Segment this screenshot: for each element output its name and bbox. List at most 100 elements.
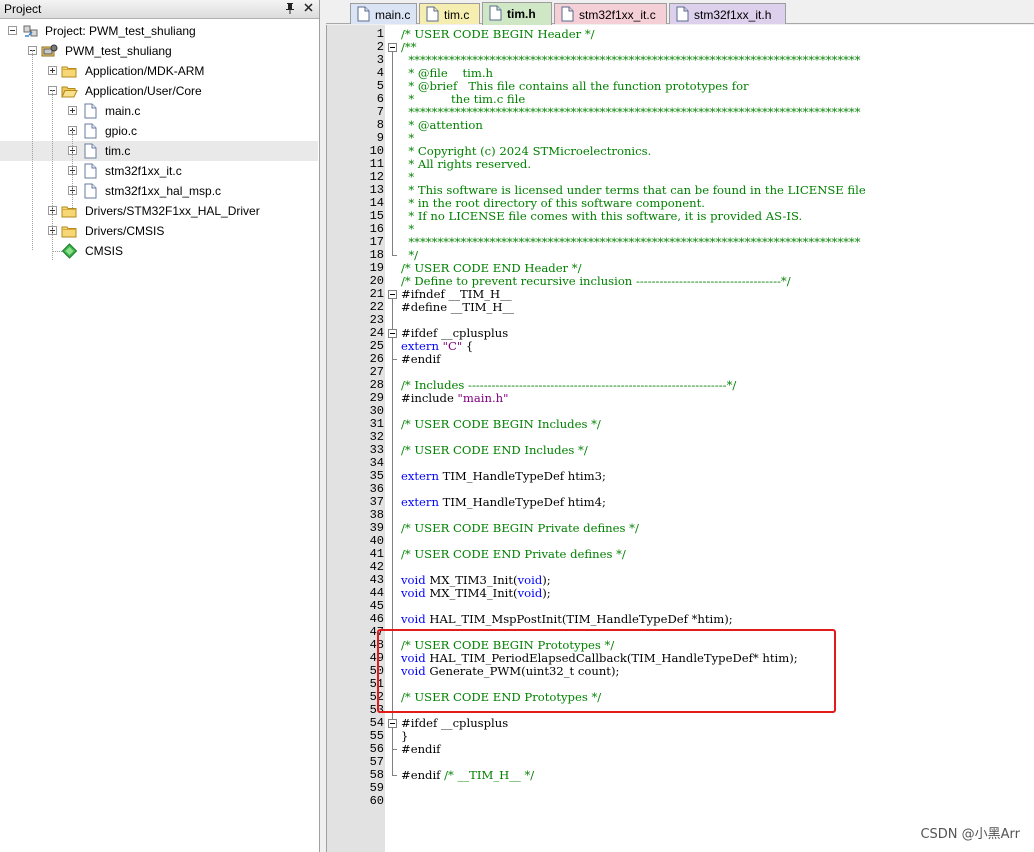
fold-guide — [392, 52, 393, 256]
line-number: 6 — [376, 92, 384, 106]
code-line[interactable]: /* USER CODE BEGIN Private defines */ — [401, 522, 639, 535]
tab-tim-c[interactable]: tim.c — [419, 3, 480, 24]
close-icon[interactable] — [301, 2, 315, 16]
tab-label: main.c — [375, 8, 411, 22]
tree-item-label: Application/MDK-ARM — [85, 64, 205, 78]
tab-label: tim.h — [507, 7, 536, 21]
project-panel-title: Project — [4, 2, 42, 16]
tree-item-label: Application/User/Core — [85, 84, 202, 98]
code-line[interactable]: extern TIM_HandleTypeDef htim4; — [401, 496, 606, 509]
code-line[interactable]: /* USER CODE BEGIN Includes */ — [401, 418, 601, 431]
file-icon — [489, 5, 502, 21]
collapse-toggle-icon[interactable] — [8, 26, 17, 35]
project-icon — [22, 23, 39, 39]
tree-item-label: main.c — [105, 104, 141, 118]
tab-stm32f1xx-it-h[interactable]: stm32f1xx_it.h — [669, 3, 786, 24]
line-number: 3 — [376, 53, 384, 67]
line-number: 60 — [369, 794, 384, 808]
project-panel-header: Project — [0, 0, 319, 19]
file-icon — [82, 103, 99, 119]
code-line[interactable]: ****************************************… — [401, 236, 860, 249]
tab-label: stm32f1xx_it.c — [579, 8, 656, 22]
tree-item[interactable]: gpio.c — [0, 121, 318, 141]
pin-icon[interactable] — [283, 2, 297, 16]
code-line[interactable]: extern TIM_HandleTypeDef htim3; — [401, 470, 606, 483]
code-editor[interactable]: 1 2 3 4 5 6 7 8 9 10 11 12 13 14 15 16 17 18 19 20 21 22 23 24 2… — [326, 25, 1034, 852]
fold-end-mark — [392, 359, 397, 360]
code-line[interactable]: * If no LICENSE file comes with this sof… — [401, 210, 802, 223]
tree-item-label: PWM_test_shuliang — [65, 44, 172, 58]
file-icon — [82, 163, 99, 179]
tab-main-c[interactable]: main.c — [350, 3, 417, 24]
tree-item[interactable]: Application/MDK-ARM — [0, 61, 318, 81]
target-icon — [41, 43, 58, 59]
fold-guide — [392, 728, 393, 750]
file-icon — [426, 6, 439, 22]
line-number: 7 — [376, 105, 384, 119]
line-number: 5 — [376, 79, 384, 93]
tree-item[interactable]: Project: PWM_test_shuliang — [0, 21, 318, 41]
code-line[interactable]: void HAL_TIM_MspPostInit(TIM_HandleTypeD… — [401, 613, 733, 626]
line-number: 1 — [376, 27, 384, 41]
tab-label: stm32f1xx_it.h — [694, 8, 772, 22]
code-line[interactable]: #ifdef __cplusplus — [401, 717, 508, 730]
watermark: CSDN @小黑Arr — [920, 827, 1020, 842]
file-icon — [676, 6, 689, 22]
tab-stm32f1xx-it-c[interactable]: stm32f1xx_it.c — [554, 3, 667, 24]
folder-open-icon — [61, 83, 78, 99]
tree-item[interactable]: CMSIS — [0, 241, 318, 261]
code-line[interactable]: #endif — [401, 743, 440, 756]
folder-icon — [61, 63, 78, 79]
code-line[interactable]: /* USER CODE END Includes */ — [401, 444, 588, 457]
expand-toggle-icon[interactable] — [68, 106, 77, 115]
tree-item-label: Drivers/CMSIS — [85, 224, 165, 238]
fold-toggle-icon[interactable] — [388, 43, 397, 52]
tree-item[interactable]: stm32f1xx_it.c — [0, 161, 318, 181]
tab-label: tim.c — [444, 8, 470, 22]
code-line[interactable]: /* USER CODE BEGIN Header */ — [401, 28, 595, 41]
tree-item[interactable]: PWM_test_shuliang — [0, 41, 318, 61]
code-line[interactable]: void MX_TIM4_Init(void); — [401, 587, 551, 600]
tree-guide-line — [72, 130, 73, 210]
code-line[interactable]: #include "main.h" — [401, 392, 508, 405]
cmsis-gem-icon — [61, 243, 78, 259]
code-line[interactable]: * All rights reserved. — [401, 158, 531, 171]
tree-item-label: stm32f1xx_hal_msp.c — [105, 184, 222, 198]
fold-toggle-icon[interactable] — [388, 290, 397, 299]
file-icon — [561, 6, 574, 22]
tree-item-label: Project: PWM_test_shuliang — [45, 24, 196, 38]
file-icon — [357, 6, 370, 22]
file-icon — [82, 143, 99, 159]
code-line[interactable]: /* USER CODE END Private defines */ — [401, 548, 626, 561]
tree-item[interactable]: Drivers/STM32F1xx_HAL_Driver — [0, 201, 318, 221]
code-line[interactable]: #endif /* __TIM_H__ */ — [401, 769, 534, 782]
fold-toggle-icon[interactable] — [388, 719, 397, 728]
tab-tim-h[interactable]: tim.h — [482, 2, 552, 25]
fold-end-mark — [392, 255, 397, 256]
tree-item-label: tim.c — [105, 144, 131, 158]
code-line[interactable]: #endif — [401, 353, 440, 366]
fold-guide — [392, 338, 393, 360]
project-panel: Project Project: PWM_test_shuliang PWM_te… — [0, 0, 320, 852]
tree-guide-line — [32, 50, 33, 250]
tree-item[interactable]: main.c — [0, 101, 318, 121]
tree-item-label: gpio.c — [105, 124, 138, 138]
fold-toggle-icon[interactable] — [388, 329, 397, 338]
tree-item[interactable]: stm32f1xx_hal_msp.c — [0, 181, 318, 201]
tree-item[interactable]: Drivers/CMSIS — [0, 221, 318, 241]
prototypes-highlight-box — [377, 629, 836, 713]
tree-item[interactable]: tim.c — [0, 141, 318, 161]
tree-item-label: CMSIS — [85, 244, 124, 258]
line-number: 8 — [376, 118, 384, 132]
line-number: 4 — [376, 66, 384, 80]
expand-toggle-icon[interactable] — [48, 66, 57, 75]
editor-tab-bar: main.c tim.c tim.h stm32f1xx_it.c stm32f1xx_… — [326, 0, 1034, 25]
fold-end-mark — [392, 749, 397, 750]
tree-item-label: Drivers/STM32F1xx_HAL_Driver — [85, 204, 260, 218]
tree-item[interactable]: Application/User/Core — [0, 81, 318, 101]
code-line[interactable]: #define __TIM_H__ — [401, 301, 514, 314]
tree-item-label: stm32f1xx_it.c — [105, 164, 182, 178]
file-icon — [82, 123, 99, 139]
tree-guide-line — [52, 90, 53, 260]
line-number-gutter: 1 2 3 4 5 6 7 8 9 10 11 12 13 14 15 16 17 18 19 20 21 22 23 24 2… — [327, 25, 385, 852]
